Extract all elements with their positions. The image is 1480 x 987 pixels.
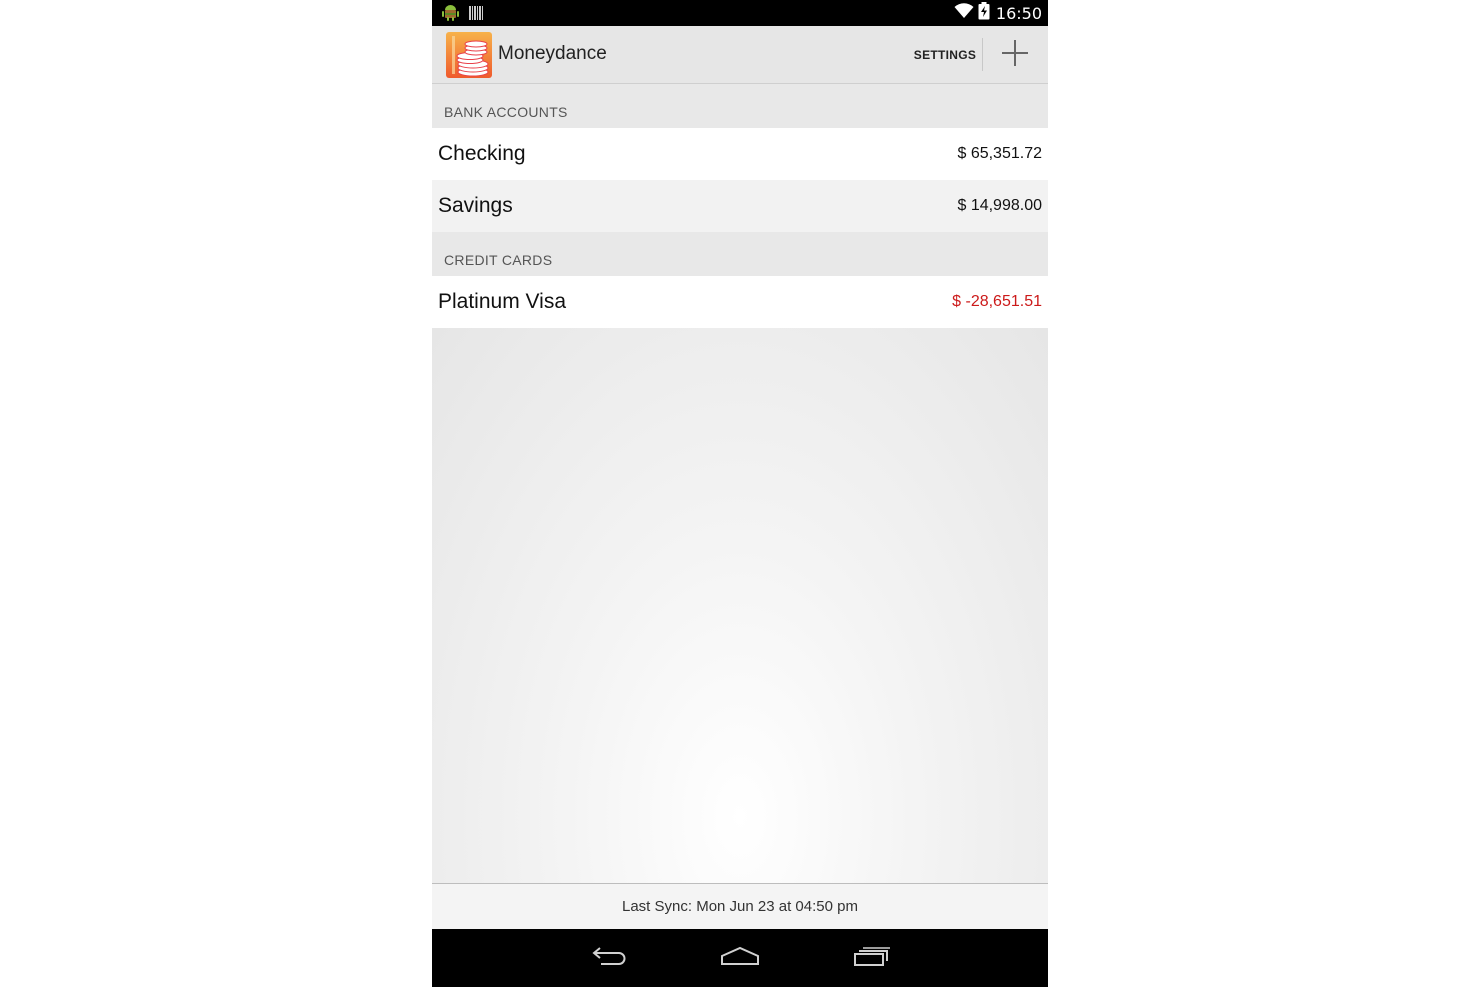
last-sync-text: Last Sync: Mon Jun 23 at 04:50 pm xyxy=(622,898,858,915)
account-name: Platinum Visa xyxy=(438,290,567,313)
recent-apps-button[interactable] xyxy=(847,943,897,973)
recent-apps-icon xyxy=(853,945,891,972)
plus-icon xyxy=(1002,39,1028,71)
account-balance: $ 14,998.00 xyxy=(957,197,1042,214)
section-header-credit-cards: CREDIT CARDS xyxy=(432,232,1048,276)
action-bar: Moneydance SETTINGS xyxy=(432,26,1048,84)
android-icon xyxy=(442,4,459,27)
home-icon xyxy=(720,945,760,972)
back-icon xyxy=(591,945,627,972)
account-name: Checking xyxy=(438,142,526,165)
sync-status-bar: Last Sync: Mon Jun 23 at 04:50 pm xyxy=(432,883,1048,929)
section-header-label: CREDIT CARDS xyxy=(444,252,553,268)
app-title: Moneydance xyxy=(498,43,607,64)
back-button[interactable] xyxy=(584,943,634,973)
section-header-label: BANK ACCOUNTS xyxy=(444,104,568,120)
settings-button[interactable]: SETTINGS xyxy=(908,26,982,83)
action-bar-divider xyxy=(982,38,983,71)
section-header-bank-accounts: BANK ACCOUNTS xyxy=(432,84,1048,128)
account-row-checking[interactable]: Checking $ 65,351.72 xyxy=(432,128,1048,180)
device-screen: 16:50 Moneydance SETTINGS BANK ACCOUNTS … xyxy=(432,0,1048,987)
status-right-icons: 16:50 xyxy=(954,2,1042,24)
home-button[interactable] xyxy=(715,943,765,973)
status-bar: 16:50 xyxy=(432,0,1048,26)
moneydance-logo-icon[interactable] xyxy=(446,32,492,78)
account-balance-negative: $ -28,651.51 xyxy=(952,293,1042,310)
navigation-bar xyxy=(432,929,1048,987)
status-time: 16:50 xyxy=(995,3,1042,23)
account-row-savings[interactable]: Savings $ 14,998.00 xyxy=(432,180,1048,232)
battery-charging-icon xyxy=(978,2,990,24)
barcode-icon xyxy=(469,5,483,26)
status-left-icons xyxy=(442,4,483,27)
add-account-button[interactable] xyxy=(994,36,1036,74)
empty-list-area xyxy=(432,328,1048,883)
account-name: Savings xyxy=(438,194,513,217)
account-balance: $ 65,351.72 xyxy=(957,145,1042,162)
wifi-icon xyxy=(954,3,974,23)
account-row-platinum-visa[interactable]: Platinum Visa $ -28,651.51 xyxy=(432,276,1048,328)
